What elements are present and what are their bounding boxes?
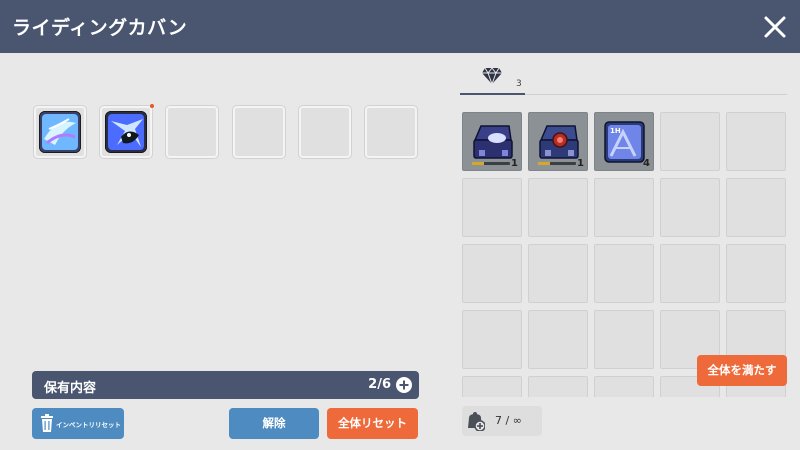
inventory-panel: 3 1 1 1H 4 7 / ∞ (448, 53, 800, 450)
item-quantity: 1 (577, 158, 584, 169)
owned-contents-bar: 保有内容 2/6 (32, 371, 419, 399)
inventory-slot[interactable] (462, 244, 522, 303)
equip-slot-5[interactable] (299, 106, 351, 158)
equip-panel: 保有内容 2/6 インベントリリセット 解除 全体リセット (0, 53, 448, 450)
equip-slot-3[interactable] (166, 106, 218, 158)
release-button[interactable]: 解除 (229, 408, 319, 439)
inventory-slot[interactable] (594, 376, 654, 397)
inventory-slot[interactable] (594, 178, 654, 237)
inventory-reset-label: インベントリリセット (56, 421, 121, 429)
inventory-slot[interactable] (726, 178, 786, 237)
1h-ticket-icon: 1H (604, 121, 645, 163)
inventory-slot[interactable] (726, 244, 786, 303)
tab-count: 3 (516, 79, 522, 89)
equip-slot-1[interactable] (34, 106, 86, 158)
inventory-slot[interactable] (528, 310, 588, 369)
all-reset-button[interactable]: 全体リセット (327, 408, 418, 439)
diamond-icon (482, 67, 502, 85)
inventory-slot[interactable] (528, 244, 588, 303)
item-quantity: 1 (511, 158, 518, 169)
tab-divider (525, 94, 787, 95)
svg-text:1H: 1H (610, 127, 621, 135)
inventory-capacity[interactable]: 7 / ∞ (462, 406, 542, 436)
new-badge-dot (150, 104, 154, 108)
window-title: ライディングカバン (12, 17, 188, 39)
bag-plus-icon (468, 412, 485, 431)
inventory-reset-button[interactable]: インベントリリセット (32, 408, 124, 439)
plus-circle-icon[interactable] (396, 377, 412, 393)
item-gauge (472, 162, 510, 165)
inventory-slot[interactable] (528, 376, 588, 397)
inventory-slot[interactable]: 1 (528, 112, 588, 171)
item-gauge (538, 162, 576, 165)
inventory-slot[interactable] (726, 112, 786, 171)
inventory-slot[interactable] (462, 376, 522, 397)
mount-skill-icon-2 (105, 111, 147, 153)
red-treasure-box-icon (539, 125, 579, 159)
fill-all-button[interactable]: 全体を満たす (697, 355, 787, 386)
mount-skill-icon-1 (39, 111, 81, 153)
inventory-slot[interactable]: 1 (462, 112, 522, 171)
blue-treasure-box-icon (473, 125, 513, 159)
owned-contents-count: 2/6 (368, 377, 391, 392)
owned-contents-label: 保有内容 (44, 381, 97, 396)
capacity-value: 7 / ∞ (495, 414, 522, 427)
equip-slot-6[interactable] (365, 106, 417, 158)
close-icon[interactable] (758, 10, 792, 44)
item-quantity: 4 (643, 158, 650, 169)
inventory-slot[interactable] (660, 178, 720, 237)
inventory-slot[interactable] (594, 310, 654, 369)
inventory-slot[interactable] (660, 112, 720, 171)
tab-diamond[interactable]: 3 (460, 65, 525, 95)
inventory-slot[interactable] (528, 178, 588, 237)
inventory-slot[interactable] (462, 178, 522, 237)
inventory-slot[interactable] (462, 310, 522, 369)
trash-icon (41, 414, 53, 432)
window-header: ライディングカバン (0, 0, 800, 53)
inventory-slot[interactable]: 1H 4 (594, 112, 654, 171)
inventory-slot[interactable] (660, 244, 720, 303)
equip-slot-4[interactable] (233, 106, 285, 158)
equip-slot-2[interactable] (100, 104, 154, 158)
inventory-slot[interactable] (594, 244, 654, 303)
